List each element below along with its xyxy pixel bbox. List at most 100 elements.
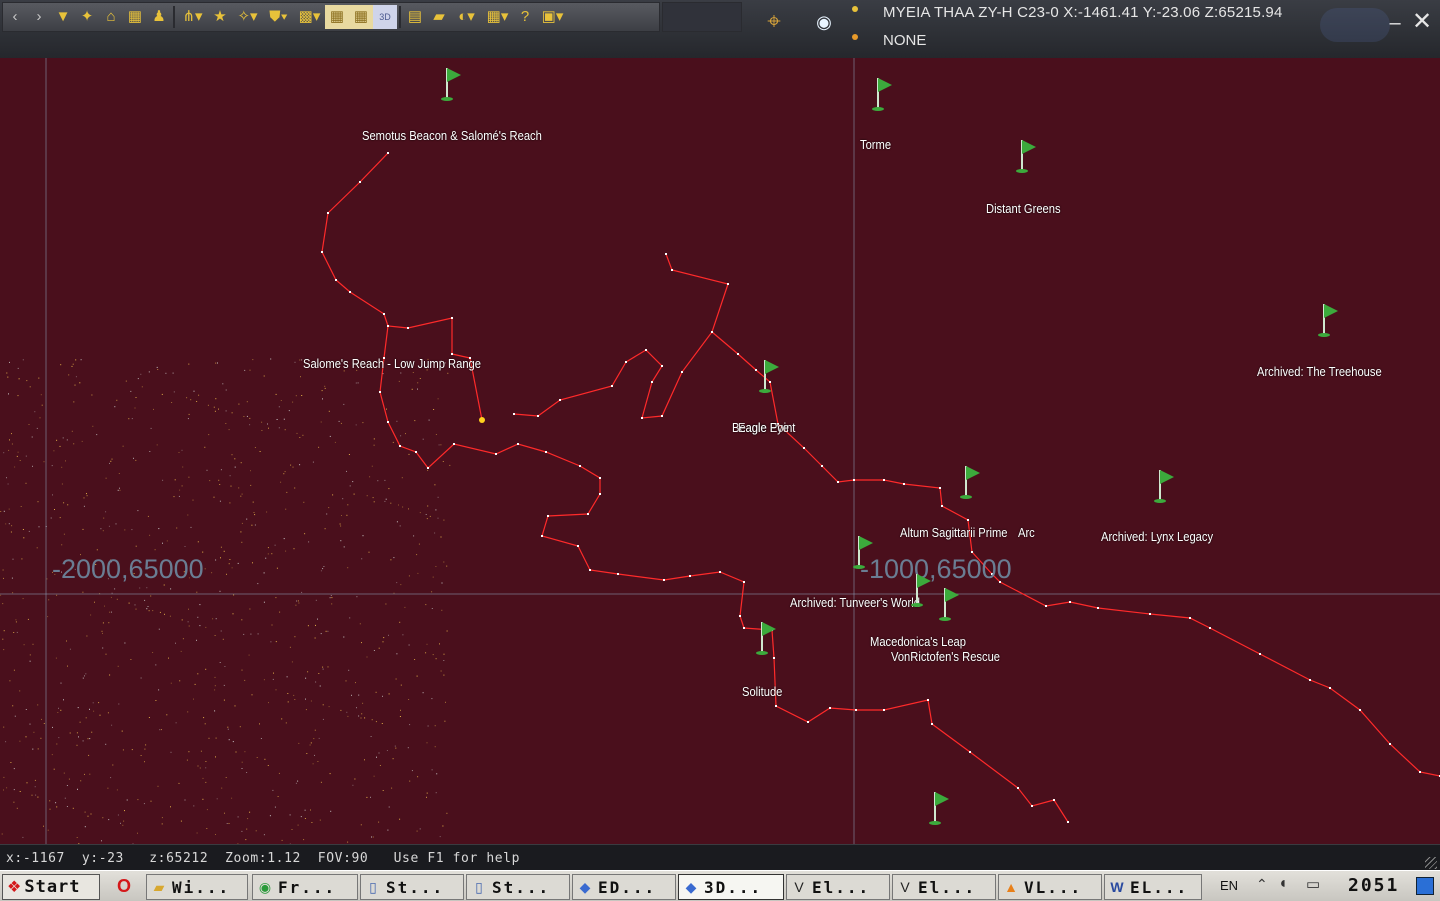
map-canvas[interactable] [0,58,1440,844]
star-point [254,512,255,513]
pattern-icon[interactable]: ▩▾ [294,5,325,29]
star-point [171,752,172,753]
star-point [181,821,182,822]
flag-icon-solitude[interactable] [753,620,777,656]
parallelogram-icon[interactable]: ▰ [427,5,451,29]
start-button[interactable]: ❖ Start [2,874,100,900]
language-indicator[interactable]: EN [1220,878,1238,893]
map-label-torme[interactable]: Torme [860,137,891,152]
orbit-icon[interactable]: ◐▾ [451,5,482,29]
shield-icon[interactable]: ⛊▾ [263,5,294,29]
current-position-marker[interactable] [479,417,485,423]
flag-icon-beagle-point[interactable] [756,358,780,394]
map-label-solitude[interactable]: Solitude [742,684,782,699]
minimize-button[interactable]: – [1382,10,1408,36]
route-icon[interactable]: ⋔▾ [177,5,208,29]
person-icon[interactable]: ♟ [147,5,171,29]
map-label-altum-sagittarii[interactable]: Altum Sagittarii Prime [900,525,1007,540]
map-label-eagle-eye[interactable]: Eagle Eye [738,420,789,435]
star-point [141,755,142,756]
star-point [327,631,328,632]
task-opera[interactable]: O [112,874,140,898]
flag-icon-vonrictofens-rescue[interactable] [936,586,960,622]
flag-icon-tunveers-world[interactable] [850,534,874,570]
taskbar-item-label: St... [492,878,550,897]
ruler-icon[interactable]: ▤ [403,5,427,29]
grid-icon[interactable]: ▦ [123,5,147,29]
star-names-icon[interactable]: ✦ [75,5,99,29]
chevron-left-icon[interactable]: ‹ [3,5,27,29]
star-point [331,597,332,598]
flag-icon-distant-greens[interactable] [1013,138,1037,174]
taskbar-item-7[interactable]: VEl... [892,874,996,900]
star-point [182,467,183,468]
network-icon[interactable]: ▭ [1306,875,1320,893]
bookmark-star-icon[interactable]: ★ [208,5,232,29]
help-icon[interactable]: ? [513,5,537,29]
flag-icon-semotus[interactable] [438,66,462,102]
camera-icon[interactable]: ▣▾ [537,5,568,29]
star-point [257,757,258,758]
flag-icon-treehouse[interactable] [1315,302,1339,338]
taskbar-item-6[interactable]: VEl... [786,874,890,900]
map-label-macedonicas-leap[interactable]: Macedonica's Leap [870,634,966,649]
chevron-up-icon[interactable]: ⌃ [1256,876,1268,893]
map-label-semotus[interactable]: Semotus Beacon & Salomé's Reach [362,128,542,143]
grid-tile-icon-2[interactable]: ▦ [349,5,373,29]
taskbar-item-1[interactable]: ◉Fr... [252,874,358,900]
star-point [287,676,288,677]
label-2d-icon[interactable]: 3D [373,5,397,29]
map-label-salomes-reach[interactable]: Salome's Reach - Low Jump Range [303,356,481,371]
star-point [283,473,284,474]
taskbar-item-5[interactable]: ◆3D... [678,874,784,900]
star-point [37,547,38,548]
star-point [5,741,6,742]
star-point [354,494,355,495]
star-point [417,389,418,390]
star-point [215,560,216,561]
table-icon[interactable]: ▦▾ [482,5,513,29]
galaxy-filter-icon[interactable]: ▼ [51,5,75,29]
map-3d-view[interactable]: -2000,65000 -1000,65000 Semotus Beacon &… [0,58,1440,844]
map-label-tunveers-world[interactable]: Archived: Tunveer's World [790,595,920,610]
resize-grip-icon[interactable] [1425,857,1437,869]
taskbar-item-2[interactable]: ▯St... [360,874,464,900]
map-label-vonrictofens-rescue[interactable]: VonRictofen's Rescue [891,649,1000,664]
taskbar-item-0[interactable]: ▰Wi... [146,874,248,900]
taskbar-item-3[interactable]: ▯St... [466,874,570,900]
taskbar-item-4[interactable]: ◆ED... [572,874,676,900]
star-point [47,616,48,617]
star-point [276,689,277,690]
flag-icon-macedonicas-leap[interactable] [908,572,932,608]
map-label-arc[interactable]: Arc [1018,525,1035,540]
star-point [38,748,39,749]
star-point [182,485,183,486]
clock[interactable]: 2051 [1348,875,1399,896]
flag-icon-lynx-legacy[interactable] [1151,468,1175,504]
flag-icon-altum-sagittarii[interactable] [957,464,981,500]
taskbar-item-8[interactable]: ▲VL... [998,874,1102,900]
eye-icon[interactable]: ◉ [812,10,836,34]
map-label-lynx-legacy[interactable]: Archived: Lynx Legacy [1101,529,1213,544]
flag-icon-torme[interactable] [869,76,893,112]
star-point [296,395,297,396]
star-point [243,416,244,417]
taskbar-item-9[interactable]: WEL... [1104,874,1202,900]
route-vertex [407,327,409,329]
chevron-right-icon[interactable]: › [27,5,51,29]
crosshair-icon[interactable]: ⌖ [762,10,786,34]
home-icon[interactable]: ⌂ [99,5,123,29]
grid-tile-icon[interactable]: ▦ [325,5,349,29]
close-button[interactable]: ✕ [1408,8,1436,36]
star-point [205,669,206,670]
flag-icon-unlabeled[interactable] [926,790,950,826]
route-vertex [1067,821,1069,823]
star-point [402,477,403,478]
star-point [249,418,250,419]
show-desktop-icon[interactable] [1416,877,1434,895]
star-plus-icon[interactable]: ✧▾ [232,5,263,29]
map-label-distant-greens[interactable]: Distant Greens [986,201,1061,216]
map-label-treehouse[interactable]: Archived: The Treehouse [1257,364,1382,379]
star-point [301,816,302,817]
speaker-icon[interactable]: ◖ [1278,875,1288,893]
